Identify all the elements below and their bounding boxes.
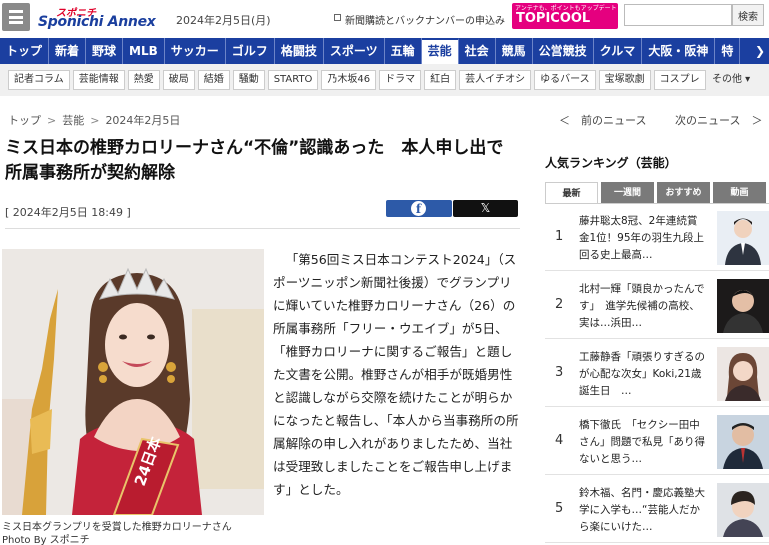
photo-credit: Photo By スポニチ bbox=[2, 535, 90, 545]
nav-item[interactable]: サッカー bbox=[165, 38, 226, 64]
article-photo[interactable]: 24日本 bbox=[2, 249, 264, 515]
ranking-headline: 鈴木福、名門・慶応義塾大学に入学も…“芸能人だから楽にいけた… bbox=[579, 487, 705, 533]
subnav-item[interactable]: 記者コラム bbox=[8, 70, 70, 90]
header-date: 2024年2月5日(月) bbox=[176, 14, 271, 27]
site-header: スポニチ Sponichi Annex 2024年2月5日(月) 新聞購読とバッ… bbox=[0, 0, 769, 38]
ranking-headline: 藤井聡太8冠、2年連続賞金1位！95年の羽生九段上回る史上最高… bbox=[579, 215, 705, 261]
divider bbox=[545, 203, 769, 204]
site-logo[interactable]: スポニチ Sponichi Annex bbox=[38, 6, 168, 32]
ranking-number: 4 bbox=[555, 433, 564, 448]
nav-item[interactable]: 五輪 bbox=[385, 38, 422, 64]
ranking-title: 人気ランキング（芸能） bbox=[545, 156, 677, 170]
facebook-icon: f bbox=[411, 201, 426, 216]
subnav-item[interactable]: 芸人イチオシ bbox=[459, 70, 532, 90]
ranking-number: 5 bbox=[555, 501, 564, 516]
ranking-thumbnail bbox=[717, 211, 769, 265]
breadcrumb-separator-icon: > bbox=[90, 114, 100, 127]
subnav-item[interactable]: 熱愛 bbox=[127, 70, 160, 90]
breadcrumb-top[interactable]: トップ bbox=[8, 114, 41, 127]
ranking-thumbnail bbox=[717, 347, 769, 401]
nav-item[interactable]: 大阪・阪神 bbox=[642, 38, 716, 64]
nav-item[interactable]: MLB bbox=[123, 38, 165, 64]
ranking-headline: 橋下徹氏 「セクシー田中さん」問題で私見「あり得ないと思う… bbox=[579, 419, 705, 465]
breadcrumb: トップ > 芸能 >2024年2月5日 bbox=[8, 112, 180, 128]
subnav-item[interactable]: STARTO bbox=[267, 70, 319, 90]
nav-item[interactable]: 競馬 bbox=[496, 38, 533, 64]
main-nav: トップ 新着 野球 MLB サッカー ゴルフ 格闘技 スポーツ 五輪 芸能 社会 競馬 公営競技 クルマ大… bbox=[0, 38, 769, 64]
nav-item[interactable]: 格闘技 bbox=[275, 38, 324, 64]
ranking-item[interactable]: 2 北村一輝「頭良かったんです」 進学先候補の高校、実は…浜田… bbox=[545, 273, 769, 339]
nav-item[interactable]: 特 bbox=[715, 38, 741, 64]
nav-item[interactable]: 野球 bbox=[86, 38, 124, 64]
subnav-item[interactable]: ゆるバース bbox=[534, 70, 596, 90]
nav-item[interactable]: スポーツ bbox=[324, 38, 385, 64]
subscription-icon bbox=[334, 14, 341, 21]
ranking-item[interactable]: 5 鈴木福、名門・慶応義塾大学に入学も…“芸能人だから楽にいけた… bbox=[545, 477, 769, 543]
ranking-number: 3 bbox=[555, 365, 564, 380]
subnav-item[interactable]: 結婚 bbox=[197, 70, 230, 90]
ranking-tab[interactable]: 動画 bbox=[713, 182, 766, 204]
subnav-item[interactable]: 宝塚歌劇 bbox=[598, 70, 651, 90]
article-body: 「第56回ミス日本コンテスト2024」（スポーツニッポン新聞社後援）でグランプリ… bbox=[273, 252, 519, 497]
ranking-tab[interactable]: おすすめ bbox=[657, 182, 710, 204]
photo-illustration: 24日本 bbox=[2, 249, 264, 515]
ranking-thumbnail bbox=[717, 279, 769, 333]
nav-item[interactable]: 芸能 bbox=[421, 38, 459, 64]
nav-item[interactable]: 新着 bbox=[49, 38, 87, 64]
breadcrumb-date[interactable]: 2024年2月5日 bbox=[105, 114, 180, 127]
nav-item[interactable]: ゴルフ bbox=[226, 38, 275, 64]
ranking-tabs: 最新 一週間 おすすめ 動画 bbox=[545, 182, 769, 204]
nav-item[interactable]: トップ bbox=[0, 38, 50, 64]
prev-news-link[interactable]: ＜ 前のニュース bbox=[559, 112, 646, 128]
subnav-item[interactable]: ドラマ bbox=[379, 70, 422, 90]
hamburger-menu-icon[interactable] bbox=[2, 3, 30, 31]
sub-nav: 記者コラム 芸能情報 熱愛 破局 結婚 騒動 STARTO 乃木坂46 ドラマ 紅白 芸人イチオシゆ… bbox=[0, 64, 769, 96]
subnav-item[interactable]: 乃木坂46 bbox=[321, 70, 377, 90]
ranking-headline: 工藤静香「頑張りすぎるのが心配な次女」Koki,21歳誕生日 … bbox=[579, 351, 705, 397]
ranking-tab[interactable]: 最新 bbox=[545, 182, 599, 204]
ranking-thumbnail bbox=[717, 415, 769, 469]
ranking-headline: 北村一輝「頭良かったんです」 進学先候補の高校、実は…浜田… bbox=[579, 283, 705, 329]
subnav-item[interactable]: 紅白 bbox=[424, 70, 457, 90]
next-news-link[interactable]: 次のニュース ＞ bbox=[675, 112, 762, 128]
ranking-item[interactable]: 3 工藤静香「頑張りすぎるのが心配な次女」Koki,21歳誕生日 … bbox=[545, 341, 769, 407]
facebook-share-button[interactable]: f bbox=[386, 200, 452, 217]
subnav-item[interactable]: 破局 bbox=[162, 70, 195, 90]
search-button[interactable]: 検索 bbox=[732, 4, 764, 26]
search-input[interactable] bbox=[624, 4, 732, 26]
topicool-name: TOPICOOL bbox=[516, 11, 591, 26]
subscription-link[interactable]: 新聞購読とバックナンバーの申込み bbox=[345, 12, 505, 27]
subnav-item[interactable]: 騒動 bbox=[232, 70, 265, 90]
nav-item[interactable]: 社会 bbox=[459, 38, 496, 64]
breadcrumb-separator-icon: > bbox=[47, 114, 57, 127]
subnav-item[interactable]: 芸能情報 bbox=[72, 70, 125, 90]
ranking-number: 1 bbox=[555, 229, 564, 244]
breadcrumb-category[interactable]: 芸能 bbox=[62, 114, 84, 127]
nav-scroll-right-icon[interactable]: ❯ bbox=[751, 38, 769, 64]
x-share-button[interactable]: 𝕏 bbox=[453, 200, 518, 217]
subnav-item[interactable]: コスプレ bbox=[653, 70, 706, 90]
ranking-tab[interactable]: 一週間 bbox=[601, 182, 655, 204]
subnav-more-button[interactable]: その他 ▾ bbox=[712, 70, 750, 85]
ranking-item[interactable]: 4 橋下徹氏 「セクシー田中さん」問題で私見「あり得ないと思う… bbox=[545, 409, 769, 475]
nav-item[interactable]: 公営競技 bbox=[533, 38, 594, 64]
article-title: ミス日本の椎野カロリーナさん“不倫”認識あった 本人申し出で所属事務所が契約解除 bbox=[5, 138, 504, 183]
ranking-item[interactable]: 1 藤井聡太8冠、2年連続賞金1位！95年の羽生九段上回る史上最高… bbox=[545, 205, 769, 271]
divider bbox=[5, 228, 520, 229]
ranking-thumbnail bbox=[717, 483, 769, 537]
ranking-number: 2 bbox=[555, 297, 564, 312]
x-icon: 𝕏 bbox=[480, 201, 491, 215]
logo-main-text: Sponichi Annex bbox=[38, 14, 156, 30]
topicool-banner[interactable]: アンテナも、ポイントもアップデート TOPICOOL bbox=[512, 3, 618, 29]
article-date: [ 2024年2月5日 18:49 ] bbox=[5, 206, 131, 219]
nav-item[interactable]: クルマ bbox=[594, 38, 643, 64]
